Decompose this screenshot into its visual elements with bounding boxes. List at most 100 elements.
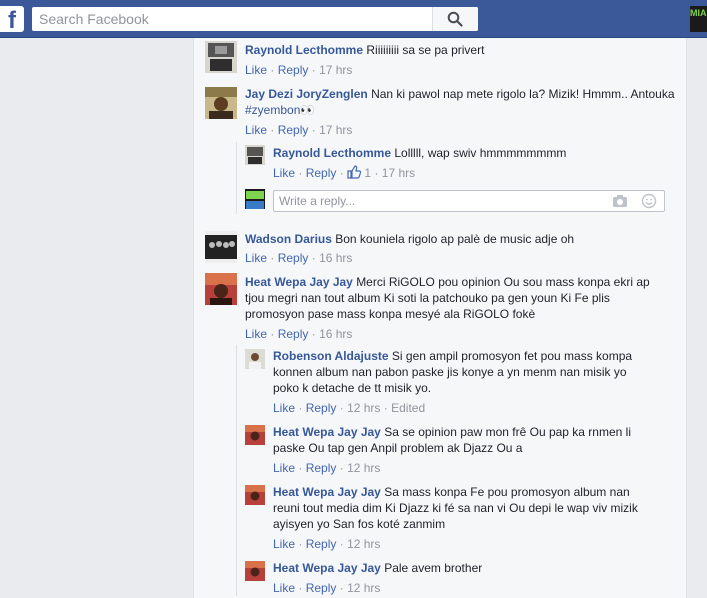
- reply-thread-line: [236, 345, 237, 596]
- avatar[interactable]: [205, 231, 237, 263]
- edited-label[interactable]: Edited: [391, 401, 425, 415]
- comment-author[interactable]: Raynold Lecthomme: [273, 146, 391, 160]
- like-link[interactable]: Like: [273, 581, 295, 595]
- reply-body: Raynold Lecthomme Lolllll, wap swiv hmmm…: [273, 145, 673, 161]
- reply-link[interactable]: Reply: [306, 581, 337, 595]
- comment-author[interactable]: Heat Wepa Jay Jay: [273, 561, 381, 575]
- separator: ·: [311, 327, 316, 341]
- like-icon: [347, 165, 362, 179]
- comment-actions: Like · Reply · 12 hrs: [273, 461, 380, 475]
- separator: ·: [311, 251, 316, 265]
- comment-actions: Like · Reply · 16 hrs: [245, 327, 352, 341]
- facebook-logo-icon[interactable]: f: [0, 6, 24, 32]
- reply-input[interactable]: [274, 191, 594, 211]
- avatar[interactable]: [205, 87, 237, 119]
- separator: ·: [311, 123, 316, 137]
- like-link[interactable]: Like: [273, 166, 295, 180]
- comment-text: Riiiiiiiii sa se pa privert: [366, 43, 485, 57]
- separator: ·: [339, 401, 344, 415]
- like-link[interactable]: Like: [273, 461, 295, 475]
- comment-actions: Like · Reply · 12 hrs · Edited: [273, 401, 425, 415]
- timestamp[interactable]: 17 hrs: [319, 123, 352, 137]
- like-link[interactable]: Like: [245, 251, 267, 265]
- timestamp[interactable]: 12 hrs: [347, 461, 380, 475]
- comment-body: Wadson Darius Bon kouniela rigolo ap pal…: [245, 231, 675, 247]
- timestamp[interactable]: 17 hrs: [319, 63, 352, 77]
- timestamp[interactable]: 16 hrs: [319, 251, 352, 265]
- avatar: [245, 189, 265, 209]
- comment-body: Jay Dezi JoryZenglen Nan ki pawol nap me…: [245, 86, 675, 118]
- avatar[interactable]: [245, 485, 265, 505]
- emoji-icon[interactable]: [641, 193, 657, 209]
- like-count-value: 1: [364, 166, 372, 180]
- like-link[interactable]: Like: [273, 537, 295, 551]
- separator: ·: [298, 581, 303, 595]
- reply-link[interactable]: Reply: [306, 537, 337, 551]
- separator: ·: [270, 63, 275, 77]
- comment-text: Pale avem brother: [384, 561, 483, 575]
- separator: ·: [298, 166, 303, 180]
- avatar[interactable]: [245, 145, 265, 165]
- comment-text: Bon kouniela rigolo ap palè de music adj…: [335, 232, 575, 246]
- separator: ·: [339, 461, 344, 475]
- comment-body: Raynold Lecthomme Riiiiiiiii sa se pa pr…: [245, 42, 675, 58]
- reply-link[interactable]: Reply: [278, 327, 309, 341]
- timestamp[interactable]: 12 hrs: [347, 537, 380, 551]
- avatar[interactable]: [245, 425, 265, 445]
- comment-body: Heat Wepa Jay Jay Merci RiGOLO pou opini…: [245, 274, 655, 322]
- search-button[interactable]: [432, 7, 478, 31]
- camera-icon[interactable]: [612, 194, 628, 208]
- comment-author[interactable]: Heat Wepa Jay Jay: [245, 275, 353, 289]
- separator: ·: [298, 401, 303, 415]
- comment-author[interactable]: Jay Dezi JoryZenglen: [245, 87, 368, 101]
- hashtag-link[interactable]: #zyembon: [245, 103, 300, 117]
- avatar[interactable]: [205, 273, 237, 305]
- timestamp[interactable]: 17 hrs: [382, 166, 415, 180]
- separator: ·: [339, 581, 344, 595]
- comment-actions: Like · Reply · 17 hrs: [245, 123, 352, 137]
- comment-author[interactable]: Heat Wepa Jay Jay: [273, 425, 381, 439]
- reply-body: Heat Wepa Jay Jay Sa mass konpa Fe pou p…: [273, 484, 643, 532]
- reply-link[interactable]: Reply: [306, 166, 337, 180]
- comment-actions: Like · Reply · 12 hrs: [273, 581, 380, 595]
- separator: ·: [270, 123, 275, 137]
- like-count[interactable]: 1: [347, 165, 374, 180]
- search-input[interactable]: [32, 7, 432, 31]
- timestamp[interactable]: 12 hrs: [347, 581, 380, 595]
- reply-body: Heat Wepa Jay Jay Pale avem brother: [273, 560, 643, 576]
- profile-avatar[interactable]: MIA7INE: [690, 6, 707, 32]
- search-box: [32, 7, 478, 31]
- avatar[interactable]: [245, 349, 265, 369]
- comment-author[interactable]: Robenson Aldajuste: [273, 349, 389, 363]
- reply-link[interactable]: Reply: [306, 401, 337, 415]
- comment-author[interactable]: Heat Wepa Jay Jay: [273, 485, 381, 499]
- like-link[interactable]: Like: [245, 327, 267, 341]
- reply-link[interactable]: Reply: [278, 123, 309, 137]
- like-link[interactable]: Like: [273, 401, 295, 415]
- avatar[interactable]: [205, 41, 237, 73]
- avatar[interactable]: [245, 561, 265, 581]
- separator: ·: [383, 401, 388, 415]
- comment-text: Nan ki pawol nap mete rigolo la? Mizik! …: [371, 87, 675, 101]
- reply-body: Robenson Aldajuste Si gen ampil promosyo…: [273, 348, 643, 396]
- like-link[interactable]: Like: [245, 63, 267, 77]
- reply-link[interactable]: Reply: [278, 251, 309, 265]
- separator: ·: [339, 166, 344, 180]
- comment-author[interactable]: Raynold Lecthomme: [245, 43, 363, 57]
- separator: ·: [270, 251, 275, 265]
- comment-actions: Like · Reply · 17 hrs: [245, 63, 352, 77]
- profile-badge-text: MIA7INE: [690, 8, 707, 18]
- separator: ·: [311, 63, 316, 77]
- reply-link[interactable]: Reply: [278, 63, 309, 77]
- top-bar: f MIA7INE: [0, 0, 707, 38]
- separator: ·: [298, 461, 303, 475]
- reply-link[interactable]: Reply: [306, 461, 337, 475]
- search-icon: [447, 11, 463, 27]
- eyes-emoji: 👀: [300, 103, 316, 117]
- timestamp[interactable]: 16 hrs: [319, 327, 352, 341]
- comment-actions: Like · Reply · 1 · 17 hrs: [273, 165, 415, 180]
- comment-author[interactable]: Wadson Darius: [245, 232, 332, 246]
- like-link[interactable]: Like: [245, 123, 267, 137]
- timestamp[interactable]: 12 hrs: [347, 401, 380, 415]
- comment-actions: Like · Reply · 16 hrs: [245, 251, 352, 265]
